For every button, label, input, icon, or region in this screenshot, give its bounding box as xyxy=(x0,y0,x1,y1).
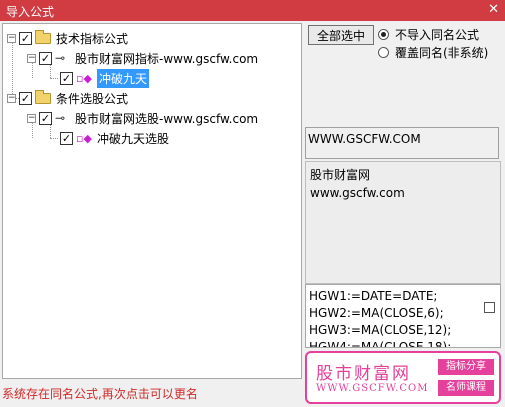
dialog-client: − ✓ 技术指标公式 − ✓ ⊸ 股市财富网指标-www.gscfw.com ✓… xyxy=(0,21,505,407)
radio-skip-duplicates[interactable]: 不导入同名公式 xyxy=(378,26,479,42)
radio-button[interactable] xyxy=(378,46,389,58)
status-message: 系统存在同名公式,再次点击可以更名 xyxy=(2,387,198,401)
code-line: HGW4:=MA(CLOSE,18); xyxy=(309,340,452,348)
tree-node-label: 条件选股公式 xyxy=(56,91,129,106)
checkbox[interactable]: ✓ xyxy=(39,51,52,65)
radio-label: 不导入同名公式 xyxy=(395,27,480,42)
folder-icon xyxy=(35,89,51,104)
window-title: 导入公式 xyxy=(6,5,55,19)
code-line: HGW2:=MA(CLOSE,6); xyxy=(309,306,444,320)
tree-node-technical-indicators[interactable]: − ✓ 技术指标公式 xyxy=(7,29,128,47)
close-icon[interactable]: ✕ xyxy=(488,2,499,17)
tree-node-label: 冲破九天选股 xyxy=(97,131,170,146)
tree-node-label: 股市财富网指标-www.gscfw.com xyxy=(75,51,259,66)
tree-node-selection-group[interactable]: − ✓ ⊸ 股市财富网选股-www.gscfw.com xyxy=(27,109,258,127)
brand-name: 股市财富网 xyxy=(316,364,411,384)
info-line: www.gscfw.com xyxy=(310,186,405,200)
code-line: HGW1:=DATE=DATE; xyxy=(309,289,438,303)
title-bar: 导入公式 ✕ xyxy=(0,0,505,21)
tree-expand-icon[interactable]: − xyxy=(27,53,36,63)
folder-icon xyxy=(35,29,51,44)
tree-node-formula[interactable]: ✓ ▫◆ 冲破九天选股 xyxy=(60,129,169,147)
brand-url: WWW.GSCFW.COM xyxy=(316,383,429,394)
tree-node-label: 技术指标公式 xyxy=(56,31,129,46)
radio-button[interactable] xyxy=(378,28,389,40)
checkbox[interactable]: ✓ xyxy=(39,111,52,125)
tree-node-label: 冲破九天 xyxy=(97,68,150,88)
radio-overwrite-duplicates[interactable]: 覆盖同名(非系统) xyxy=(378,44,488,60)
tree-expand-icon[interactable]: − xyxy=(27,113,36,123)
formula-url-box: WWW.GSCFW.COM xyxy=(305,127,499,159)
checkbox[interactable]: ✓ xyxy=(60,131,73,145)
checkbox[interactable]: ✓ xyxy=(19,31,32,45)
formula-code-box[interactable]: HGW1:=DATE=DATE; HGW2:=MA(CLOSE,6); HGW3… xyxy=(305,284,501,348)
formula-diamond-icon: ▫◆ xyxy=(76,71,92,85)
radio-label: 覆盖同名(非系统) xyxy=(395,45,489,60)
brand-watermark: 股市财富网 WWW.GSCFW.COM 指标分享 名师课程 xyxy=(305,351,501,404)
formula-info-box: 股市财富网 www.gscfw.com xyxy=(305,161,501,284)
brand-tag: 指标分享 xyxy=(438,359,494,375)
checkbox[interactable] xyxy=(484,302,495,313)
formula-key-icon: ⊸ xyxy=(55,51,66,65)
tree-node-indicator-group[interactable]: − ✓ ⊸ 股市财富网指标-www.gscfw.com xyxy=(27,49,258,67)
tree-expand-icon[interactable]: − xyxy=(7,93,16,103)
formula-diamond-icon: ▫◆ xyxy=(76,131,92,145)
brand-tag: 名师课程 xyxy=(438,380,494,396)
formula-key-icon: ⊸ xyxy=(55,111,66,125)
tree-node-formula[interactable]: ✓ ▫◆ 冲破九天 xyxy=(60,68,150,88)
checkbox[interactable]: ✓ xyxy=(60,71,73,85)
code-line: HGW3:=MA(CLOSE,12); xyxy=(309,323,452,337)
tree-node-stock-selection[interactable]: − ✓ 条件选股公式 xyxy=(7,89,128,107)
tree-expand-icon[interactable]: − xyxy=(7,33,16,43)
info-line: 股市财富网 xyxy=(310,168,371,182)
formula-tree[interactable]: − ✓ 技术指标公式 − ✓ ⊸ 股市财富网指标-www.gscfw.com ✓… xyxy=(2,23,302,379)
tree-node-label: 股市财富网选股-www.gscfw.com xyxy=(75,111,259,126)
checkbox[interactable]: ✓ xyxy=(19,91,32,105)
select-all-button[interactable]: 全部选中 xyxy=(308,25,374,45)
